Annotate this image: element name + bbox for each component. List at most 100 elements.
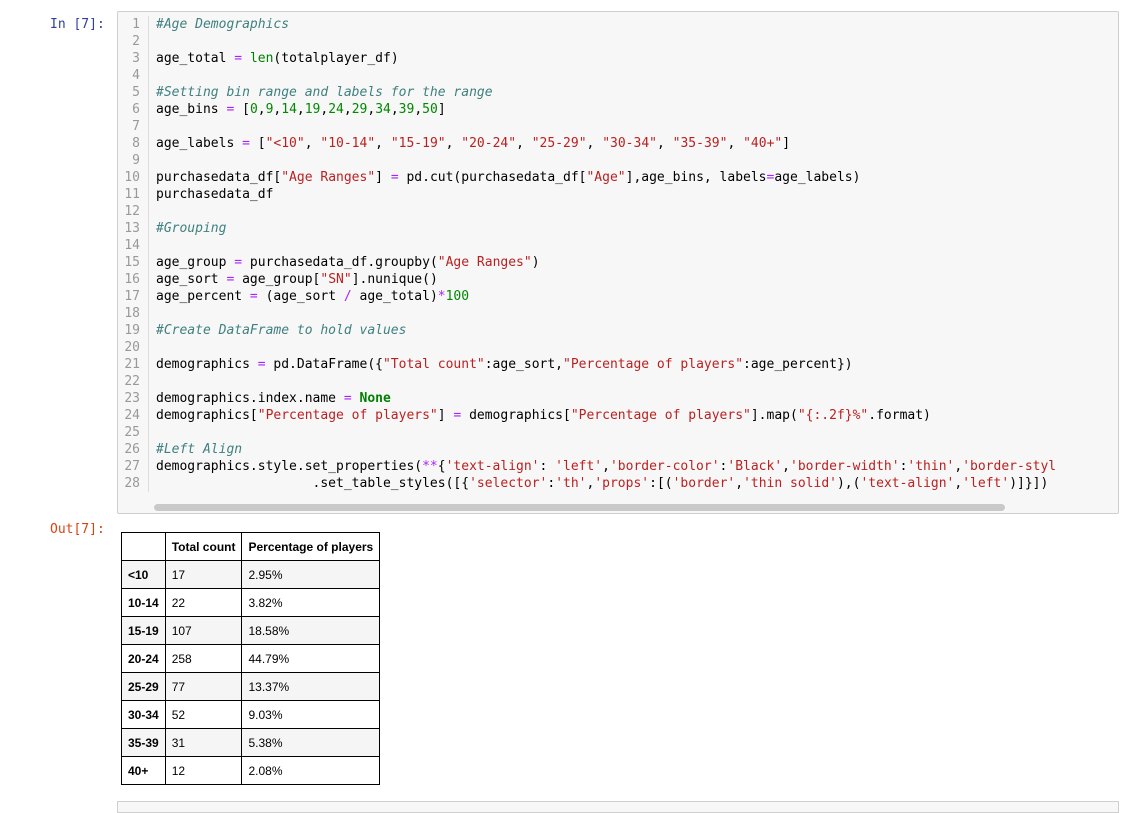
code-token: 'Black' <box>727 459 783 474</box>
code-token: :[( <box>649 476 673 491</box>
code-token: "40+" <box>743 136 783 151</box>
percentage-cell: 3.82% <box>241 588 381 617</box>
code-token: #Setting bin range and labels for the ra… <box>156 85 493 100</box>
line-number: 16 <box>118 271 149 288</box>
line-number: 27 <box>118 458 149 475</box>
code-token: purchasedata_df[ <box>156 170 282 185</box>
code-token: 19 <box>304 102 321 117</box>
code-token: , <box>257 102 266 117</box>
code-cell[interactable]: 1 #Age Demographics 2 3 age_total = len(tota… <box>117 11 1119 514</box>
code-line[interactable]: 24 demographics["Percentage of players"] … <box>118 407 1118 424</box>
line-number: 8 <box>118 135 149 152</box>
code-token: purchasedata_df <box>156 187 274 202</box>
line-number: 17 <box>118 288 149 305</box>
code-line[interactable]: 23 demographics.index.name = None <box>118 390 1118 407</box>
code-token: "Age Ranges" <box>281 170 376 185</box>
code-line[interactable]: 7 <box>118 118 1118 135</box>
line-number: 24 <box>118 407 149 424</box>
code-line[interactable]: 18 <box>118 305 1118 322</box>
code-line[interactable]: 4 <box>118 67 1118 84</box>
code-token: "Percentage of players" <box>257 408 438 423</box>
code-line[interactable]: 28 .set_table_styles([{'selector':'th','… <box>118 475 1118 492</box>
code-token: .format) <box>868 408 931 423</box>
code-line[interactable]: 3 age_total = len(totalplayer_df) <box>118 50 1118 67</box>
code-token: : <box>547 476 556 491</box>
next-code-cell[interactable] <box>117 801 1119 813</box>
code-token: , <box>782 459 790 474</box>
code-line[interactable]: 25 <box>118 424 1118 441</box>
code-line[interactable]: 17 age_percent = (age_sort / age_total)*1… <box>118 288 1118 305</box>
code-token: ] <box>437 408 454 423</box>
code-line[interactable]: 27 demographics.style.set_properties(**{'… <box>118 458 1118 475</box>
code-line[interactable]: 2 <box>118 33 1118 50</box>
code-line[interactable]: 12 <box>118 203 1118 220</box>
line-number: 2 <box>118 33 149 50</box>
code-token: ],age_bins, labels <box>625 170 767 185</box>
horizontal-scrollbar[interactable] <box>154 504 1005 511</box>
code-line[interactable]: 8 age_labels = ["<10", "10-14", "15-19", … <box>118 135 1118 152</box>
code-token: demographics[ <box>156 408 258 423</box>
code-line[interactable]: 6 age_bins = [0,9,14,19,24,29,34,39,50] <box>118 101 1118 118</box>
code-token: demographics.style.set_properties( <box>156 459 423 474</box>
line-number: 23 <box>118 390 149 407</box>
table-row: <10 17 2.95% <box>121 560 381 589</box>
code-line[interactable]: 20 <box>118 339 1118 356</box>
line-number: 10 <box>118 169 149 186</box>
code-token: = <box>242 136 250 151</box>
code-line[interactable]: 16 age_sort = age_group["SN"].nunique() <box>118 271 1118 288</box>
code-token: , <box>727 136 744 151</box>
code-token: ].map( <box>750 408 798 423</box>
code-editor[interactable]: 1 #Age Demographics 2 3 age_total = len(tota… <box>118 16 1118 492</box>
demographics-table: Total count Percentage of players <10 17 2… <box>121 532 381 785</box>
code-line[interactable]: 19 #Create DataFrame to hold values <box>118 322 1118 339</box>
code-token: , <box>296 102 305 117</box>
age-range-cell: 10-14 <box>121 588 166 617</box>
percentage-cell: 44.79% <box>241 644 381 673</box>
code-token: 29 <box>351 102 368 117</box>
code-token: age_group <box>156 255 235 270</box>
code-token: pd.cut(purchasedata_df[ <box>398 170 587 185</box>
percentage-cell: 9.03% <box>241 700 381 729</box>
percentage-cell: 13.37% <box>241 672 381 701</box>
code-line[interactable]: 11 purchasedata_df <box>118 186 1118 203</box>
code-line[interactable]: 21 demographics = pd.DataFrame({"Total co… <box>118 356 1118 373</box>
code-token: ** <box>422 459 438 474</box>
code-token: = <box>390 170 399 185</box>
total-count-cell: 12 <box>164 756 243 785</box>
line-number: 12 <box>118 203 149 220</box>
age-range-cell: 30-34 <box>121 700 166 729</box>
line-number: 25 <box>118 424 149 441</box>
code-line[interactable]: 13 #Grouping <box>118 220 1118 237</box>
line-number: 20 <box>118 339 149 356</box>
code-line[interactable]: 22 <box>118 373 1118 390</box>
percentage-cell: 5.38% <box>241 728 381 757</box>
code-token: age_total) <box>351 289 438 304</box>
line-number: 26 <box>118 441 149 458</box>
total-count-cell: 17 <box>164 560 243 589</box>
line-number: 5 <box>118 84 149 101</box>
code-line[interactable]: 15 age_group = purchasedata_df.groupby("A… <box>118 254 1118 271</box>
line-number: 9 <box>118 152 149 169</box>
code-line[interactable]: 5 #Setting bin range and labels for the r… <box>118 84 1118 101</box>
code-line[interactable]: 9 <box>118 152 1118 169</box>
code-token: , <box>586 136 603 151</box>
code-line[interactable]: 1 #Age Demographics <box>118 16 1118 33</box>
code-token: 'border-color' <box>609 459 720 474</box>
line-number: 4 <box>118 67 149 84</box>
total-count-cell: 52 <box>164 700 243 729</box>
code-token: 'left' <box>555 459 603 474</box>
code-token: , <box>390 102 399 117</box>
code-token: "25-29" <box>531 136 587 151</box>
code-token: , <box>445 136 462 151</box>
table-row: 25-29 77 13.37% <box>121 672 381 701</box>
code-token: 'selector' <box>469 476 548 491</box>
code-token: , <box>602 459 610 474</box>
code-token: (age_sort <box>257 289 344 304</box>
line-number: 14 <box>118 237 149 254</box>
table-row: 30-34 52 9.03% <box>121 700 381 729</box>
code-line[interactable]: 14 <box>118 237 1118 254</box>
code-token: 39 <box>398 102 415 117</box>
code-line[interactable]: 10 purchasedata_df["Age Ranges"] = pd.cut… <box>118 169 1118 186</box>
code-line[interactable]: 26 #Left Align <box>118 441 1118 458</box>
